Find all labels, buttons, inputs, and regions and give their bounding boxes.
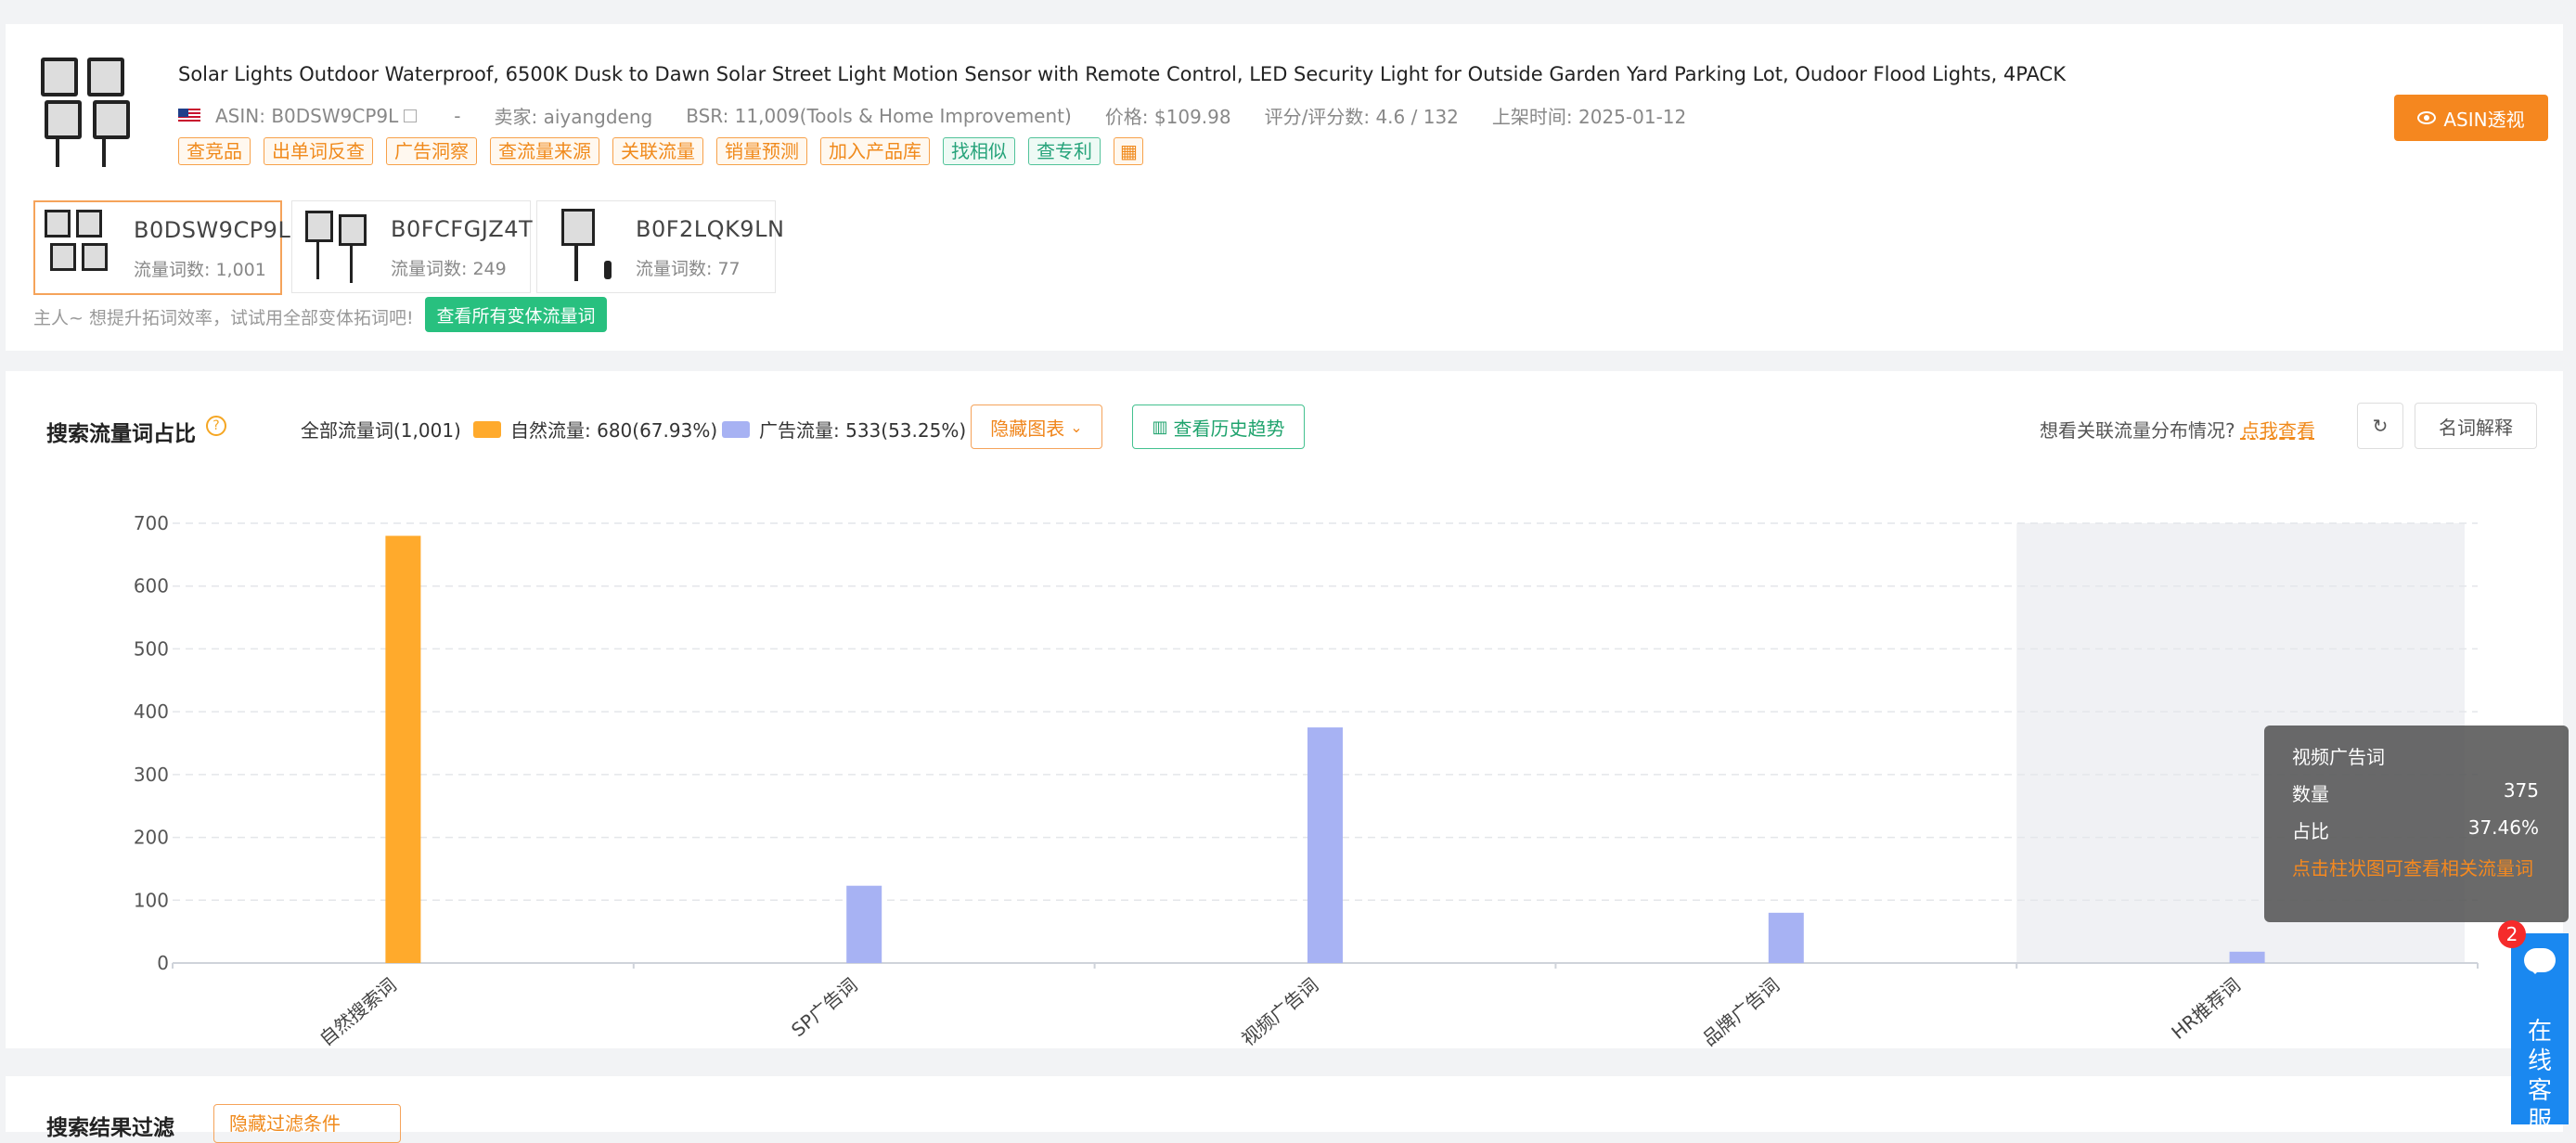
tag-competitors[interactable]: 查竞品 [178,137,251,165]
variant-asin: B0F2LQK9LN [636,216,785,242]
tag-sales-forecast[interactable]: 销量预测 [716,137,807,165]
asin-insight-button[interactable]: ASIN透视 [2394,95,2548,141]
tooltip-count-value: 375 [2503,779,2539,802]
variant-card[interactable]: B0FCFGJZ4T 流量词数: 249 [291,200,534,293]
history-trend-button[interactable]: ▥ 查看历史趋势 [1132,405,1305,449]
bar[interactable] [846,885,882,963]
ad-swatch [722,420,750,438]
chart-card: 搜索流量词占比 ? 全部流量词(1,001) 自然流量: 680(67.93%)… [6,371,2569,1048]
variant-image [45,210,108,271]
filter-card: 搜索结果过滤 隐藏过滤条件 [6,1076,2563,1143]
help-icon[interactable]: ? [206,416,226,436]
hide-chart-label: 隐藏图表 [990,417,1065,440]
chat-bubble-icon [2524,948,2556,974]
variant-word-count: 流量词数: 1,001 [134,260,266,280]
x-category-label: SP广告词 [787,973,861,1041]
variant-hint: 主人~ 想提升拓词效率，试试用全部变体拓词吧! [33,308,414,328]
dash-text: - [454,104,461,127]
tooltip-link[interactable]: 点击柱状图可查看相关流量词 [2292,854,2533,880]
tag-add-library[interactable]: 加入产品库 [820,137,930,165]
natural-swatch [473,420,501,438]
history-trend-label: 查看历史趋势 [1173,417,1285,440]
bar[interactable] [2229,951,2265,963]
chart-tooltip: 视频广告词 数量 375 占比 37.46% 点击柱状图可查看相关流量词 [2264,726,2569,922]
eye-icon [2417,111,2437,124]
notification-badge: 2 [2498,920,2526,948]
listed-date-text: 上架时间: 2025-01-12 [1491,106,1687,128]
external-link-icon[interactable] [404,109,418,122]
bsr-text: BSR: 11,009(Tools & Home Improvement) [686,104,1072,127]
online-service-label: 在线客服 [2528,1018,2553,1135]
bar-chart-icon: ▥ [1152,417,1168,437]
y-tick-label: 0 [157,952,169,974]
legend-ad-label: 广告流量: 533(53.25%) [759,419,967,442]
tooltip-title: 视频广告词 [2292,746,2385,768]
y-tick-label: 600 [134,575,169,597]
refresh-icon[interactable]: ↻ [2357,403,2403,449]
y-tick-label: 700 [134,512,169,534]
legend-natural-label: 自然流量: 680(67.93%) [510,419,718,442]
bar[interactable] [385,535,421,963]
legend-all[interactable]: 全部流量词(1,001) [301,416,461,443]
hide-chart-button[interactable]: 隐藏图表 ⌄ [971,405,1102,449]
x-category-label: HR推荐词 [2167,973,2245,1044]
related-question: 想看关联流量分布情况? 点我查看 [2040,416,2315,443]
tooltip-ratio-label: 占比 [2292,820,2329,842]
section-title: 搜索流量词占比 [46,422,196,446]
asin-text[interactable]: ASIN: B0DSW9CP9L [215,105,398,127]
y-tick-label: 200 [134,827,169,849]
tooltip-count-label: 数量 [2292,783,2329,805]
related-link[interactable]: 点我查看 [2241,419,2315,442]
tag-find-similar[interactable]: 找相似 [943,137,1015,165]
variant-asin: B0DSW9CP9L [134,217,291,243]
legend-natural[interactable]: 自然流量: 680(67.93%) [473,416,717,443]
tag-traffic-source[interactable]: 查流量来源 [490,137,599,165]
bar-chart: 0100200300400500600700自然搜索词 SP广告词 视频广告词 品牌广… [134,512,2479,1048]
asin-insight-label: ASIN透视 [2443,108,2525,131]
variant-image [561,209,612,281]
all-variants-button[interactable]: 查看所有变体流量词 [425,297,607,332]
filter-title: 搜索结果过滤 [46,1116,174,1140]
product-meta: ASIN: B0DSW9CP9L - 卖家: aiyangdeng BSR: 1… [178,102,1719,129]
x-category-label: 品牌广告词 [1698,973,1784,1048]
product-main-image[interactable] [33,52,154,173]
action-tags: 查竞品 出单词反查 广告洞察 查流量来源 关联流量 销量预测 加入产品库 找相似… [178,137,1156,165]
x-category-label: 视频广告词 [1237,973,1322,1048]
y-tick-label: 100 [134,889,169,911]
rating-text: 评分/评分数: 4.6 / 132 [1264,106,1459,128]
us-flag-icon [178,108,200,123]
product-title[interactable]: Solar Lights Outdoor Waterproof, 6500K D… [178,63,2066,85]
tag-patent[interactable]: 查专利 [1028,137,1101,165]
tag-ad-insight[interactable]: 广告洞察 [386,137,477,165]
variant-word-count: 流量词数: 249 [391,259,507,279]
x-category-label: 自然搜索词 [316,973,401,1048]
chevron-down-icon: ⌄ [1070,417,1083,436]
product-card: Solar Lights Outdoor Waterproof, 6500K D… [6,24,2563,351]
legend-ad[interactable]: 广告流量: 533(53.25%) [722,416,966,443]
glossary-button[interactable]: 名词解释 [2415,403,2537,449]
y-tick-label: 300 [134,764,169,786]
bar[interactable] [1307,727,1343,963]
tag-related-traffic[interactable]: 关联流量 [612,137,703,165]
related-question-text: 想看关联流量分布情况? [2040,419,2235,442]
tag-order-words[interactable]: 出单词反查 [264,137,373,165]
variant-word-count: 流量词数: 77 [636,259,741,279]
variant-card[interactable]: B0F2LQK9LN 流量词数: 77 [536,200,784,293]
bar[interactable] [1768,912,1804,963]
hide-filter-button[interactable]: 隐藏过滤条件 [213,1104,401,1143]
seller-text[interactable]: 卖家: aiyangdeng [494,102,652,129]
tooltip-ratio-value: 37.46% [2467,816,2539,839]
variant-card[interactable]: B0DSW9CP9L 流量词数: 1,001 [33,200,290,295]
top-strip [0,0,2576,24]
y-tick-label: 500 [134,637,169,660]
variant-asin: B0FCFGJZ4T [391,216,534,242]
calculator-icon[interactable]: ▦ [1114,137,1143,165]
y-tick-label: 400 [134,700,169,723]
price-text: 价格: $109.98 [1104,106,1231,128]
online-service-widget[interactable]: 2 在线客服 [2498,920,2569,1135]
variant-image [305,211,367,283]
